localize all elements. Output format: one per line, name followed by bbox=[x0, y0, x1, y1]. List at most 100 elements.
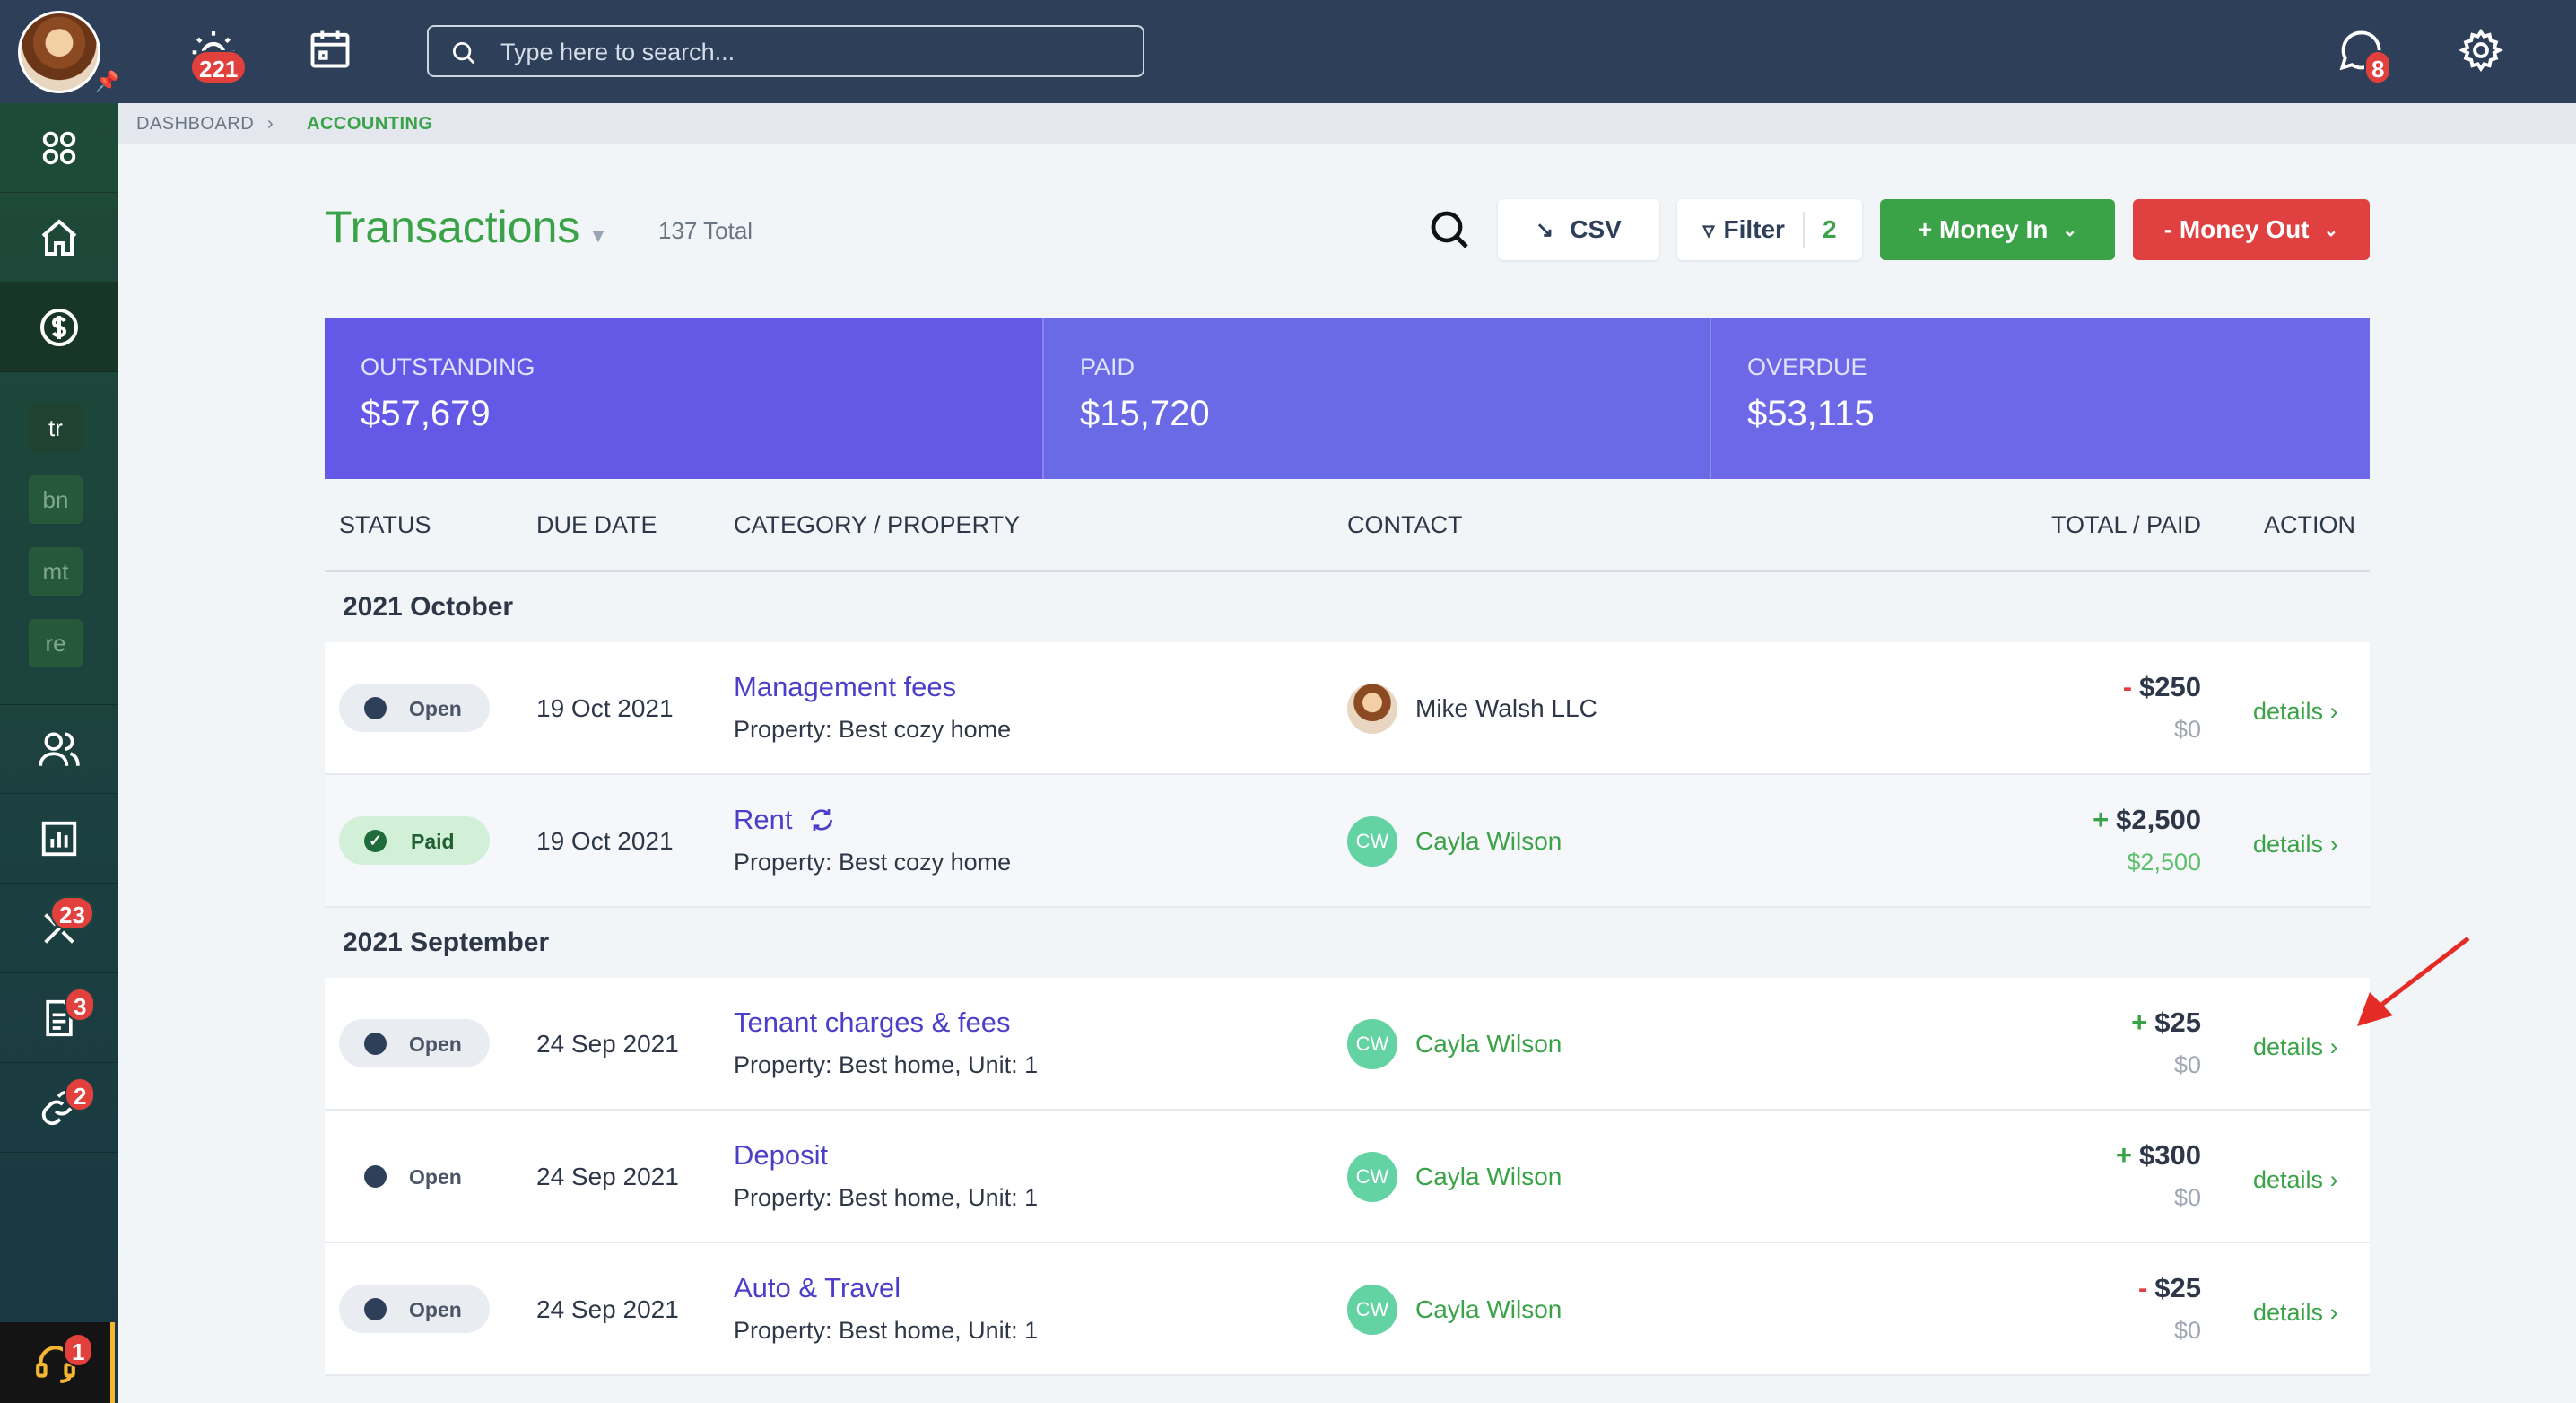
documents-badge: 3 bbox=[65, 988, 96, 1022]
sidebar-item-home[interactable] bbox=[0, 193, 118, 283]
category-link[interactable]: Tenant charges & fees bbox=[734, 1006, 1010, 1039]
breadcrumb-dashboard[interactable]: DASHBOARD bbox=[136, 114, 254, 135]
calendar-button[interactable] bbox=[307, 25, 353, 76]
table-header: STATUS DUE DATE CATEGORY / PROPERTY CONT… bbox=[325, 479, 2370, 572]
check-icon: ✓ bbox=[364, 830, 387, 852]
total-amount: + $2,500 bbox=[2093, 804, 2201, 835]
filter-icon: ▿ bbox=[1702, 215, 1715, 243]
status-badge: Open bbox=[339, 1019, 490, 1068]
sidebar-item-documents[interactable]: 3 bbox=[0, 973, 118, 1063]
notifications-badge: 221 bbox=[190, 50, 248, 84]
contact-name[interactable]: Mike Walsh LLC bbox=[1415, 694, 1597, 723]
sidebar-chip-tr[interactable]: tr bbox=[29, 404, 83, 452]
summary-overdue[interactable]: OVERDUE $53,115 bbox=[1711, 318, 2370, 479]
category-link[interactable]: Rent bbox=[734, 804, 836, 836]
table-row[interactable]: Open 24 Sep 2021 Tenant charges & fees P… bbox=[325, 978, 2370, 1111]
due-date: 24 Sep 2021 bbox=[536, 1030, 679, 1058]
paid-amount: $2,500 bbox=[2127, 849, 2201, 876]
money-in-button[interactable]: + Money In ⌄ bbox=[1880, 199, 2115, 260]
status-badge: Open bbox=[339, 1152, 490, 1200]
csv-button[interactable]: ↘ CSV bbox=[1498, 199, 1659, 260]
column-status[interactable]: STATUS bbox=[339, 511, 431, 539]
money-in-label: + Money In bbox=[1917, 215, 2049, 243]
due-date: 24 Sep 2021 bbox=[536, 1295, 679, 1323]
summary-cards: OUTSTANDING $57,679 PAID $15,720 OVERDUE… bbox=[325, 318, 2370, 479]
settings-button[interactable] bbox=[2458, 27, 2504, 78]
support-badge: 1 bbox=[63, 1333, 94, 1367]
sidebar-item-maintenance[interactable]: 23 bbox=[0, 884, 118, 973]
table-row[interactable]: Open 24 Sep 2021 Deposit Property: Best … bbox=[325, 1111, 2370, 1243]
group-header: 2021 October bbox=[325, 572, 2370, 642]
support-button[interactable]: 1 bbox=[0, 1322, 115, 1403]
total-amount: + $25 bbox=[2131, 1006, 2201, 1038]
property-text: Property: Best home, Unit: 1 bbox=[734, 1184, 1039, 1211]
table-row[interactable]: Open 24 Sep 2021 Auto & Travel Property:… bbox=[325, 1243, 2370, 1376]
group-label: 2021 September bbox=[343, 928, 550, 957]
contact-name[interactable]: Cayla Wilson bbox=[1415, 827, 1562, 856]
column-category-property[interactable]: CATEGORY / PROPERTY bbox=[734, 511, 1020, 539]
sidebar-item-links[interactable]: 2 bbox=[0, 1063, 118, 1153]
sidebar-chip-bn[interactable]: bn bbox=[29, 475, 83, 524]
apps-grid-icon bbox=[42, 131, 76, 164]
sidebar: tr bn mt re 23 3 2 1 bbox=[0, 103, 118, 1403]
category-link[interactable]: Auto & Travel bbox=[734, 1272, 901, 1304]
dollar-circle-icon bbox=[40, 308, 78, 346]
sidebar-item-reports[interactable] bbox=[0, 794, 118, 884]
maintenance-badge: 23 bbox=[50, 896, 94, 930]
contact-name[interactable]: Cayla Wilson bbox=[1415, 1295, 1562, 1324]
table-search-button[interactable] bbox=[1428, 208, 1471, 256]
summary-outstanding[interactable]: OUTSTANDING $57,679 bbox=[325, 318, 1044, 479]
sidebar-item-contacts[interactable] bbox=[0, 704, 118, 794]
sidebar-item-apps[interactable] bbox=[0, 103, 118, 193]
summary-paid-value: $15,720 bbox=[1080, 394, 1210, 433]
summary-paid-label: PAID bbox=[1080, 353, 1136, 380]
property-text: Property: Best cozy home bbox=[734, 716, 1012, 743]
search-bar[interactable]: Type here to search... bbox=[427, 25, 1144, 77]
details-link[interactable]: details › bbox=[2253, 1033, 2338, 1061]
chat-button[interactable]: 8 bbox=[2337, 27, 2392, 84]
details-link[interactable]: details › bbox=[2253, 1299, 2338, 1327]
column-contact[interactable]: CONTACT bbox=[1347, 511, 1463, 539]
due-date: 19 Oct 2021 bbox=[536, 694, 674, 722]
status-badge: Open bbox=[339, 684, 490, 732]
breadcrumb-separator-icon: › bbox=[267, 114, 274, 134]
summary-outstanding-value: $57,679 bbox=[361, 394, 491, 433]
details-link[interactable]: details › bbox=[2253, 831, 2338, 858]
sidebar-chip-mt[interactable]: mt bbox=[29, 547, 83, 596]
category-link[interactable]: Deposit bbox=[734, 1139, 828, 1172]
contact-name[interactable]: Cayla Wilson bbox=[1415, 1163, 1562, 1191]
money-out-label: - Money Out bbox=[2163, 215, 2310, 243]
sidebar-chip-re[interactable]: re bbox=[29, 619, 83, 667]
chevron-right-icon: › bbox=[2329, 1299, 2338, 1326]
due-date: 24 Sep 2021 bbox=[536, 1163, 679, 1190]
money-out-button[interactable]: - Money Out ⌄ bbox=[2133, 199, 2370, 260]
paid-amount: $0 bbox=[2173, 1184, 2201, 1211]
category-link[interactable]: Management fees bbox=[734, 671, 956, 703]
column-action: ACTION bbox=[2263, 511, 2355, 538]
chevron-down-icon: ⌄ bbox=[2062, 220, 2078, 240]
filter-button[interactable]: ▿ Filter 2 bbox=[1677, 199, 1862, 260]
table-row[interactable]: ✓ Paid 19 Oct 2021 Rent Property: Best c… bbox=[325, 775, 2370, 908]
breadcrumb: DASHBOARD › ACCOUNTING bbox=[118, 103, 2576, 144]
summary-paid[interactable]: PAID $15,720 bbox=[1044, 318, 1711, 479]
chevron-right-icon: › bbox=[2329, 1166, 2338, 1193]
page-title[interactable]: Transactions bbox=[325, 201, 579, 253]
property-text: Property: Best home, Unit: 1 bbox=[734, 1051, 1039, 1078]
search-placeholder: Type here to search... bbox=[500, 39, 735, 65]
notifications-button[interactable]: 221 bbox=[188, 25, 248, 84]
details-link[interactable]: details › bbox=[2253, 698, 2338, 726]
chat-badge: 8 bbox=[2364, 50, 2392, 84]
pin-icon: 📌 bbox=[95, 70, 120, 92]
user-avatar[interactable] bbox=[18, 11, 100, 93]
column-due-date[interactable]: DUE DATE bbox=[536, 511, 657, 539]
calendar-icon bbox=[310, 30, 350, 68]
table-row[interactable]: Open 19 Oct 2021 Management fees Propert… bbox=[325, 642, 2370, 775]
chevron-right-icon: › bbox=[2329, 1033, 2338, 1060]
group-label: 2021 October bbox=[343, 592, 514, 622]
sidebar-item-accounting[interactable] bbox=[0, 283, 118, 372]
contact-name[interactable]: Cayla Wilson bbox=[1415, 1030, 1562, 1059]
details-link[interactable]: details › bbox=[2253, 1166, 2338, 1194]
column-total-paid[interactable]: TOTAL / PAID bbox=[2051, 511, 2201, 539]
due-date: 19 Oct 2021 bbox=[536, 827, 674, 855]
title-dropdown-icon[interactable]: ▼ bbox=[588, 224, 608, 248]
